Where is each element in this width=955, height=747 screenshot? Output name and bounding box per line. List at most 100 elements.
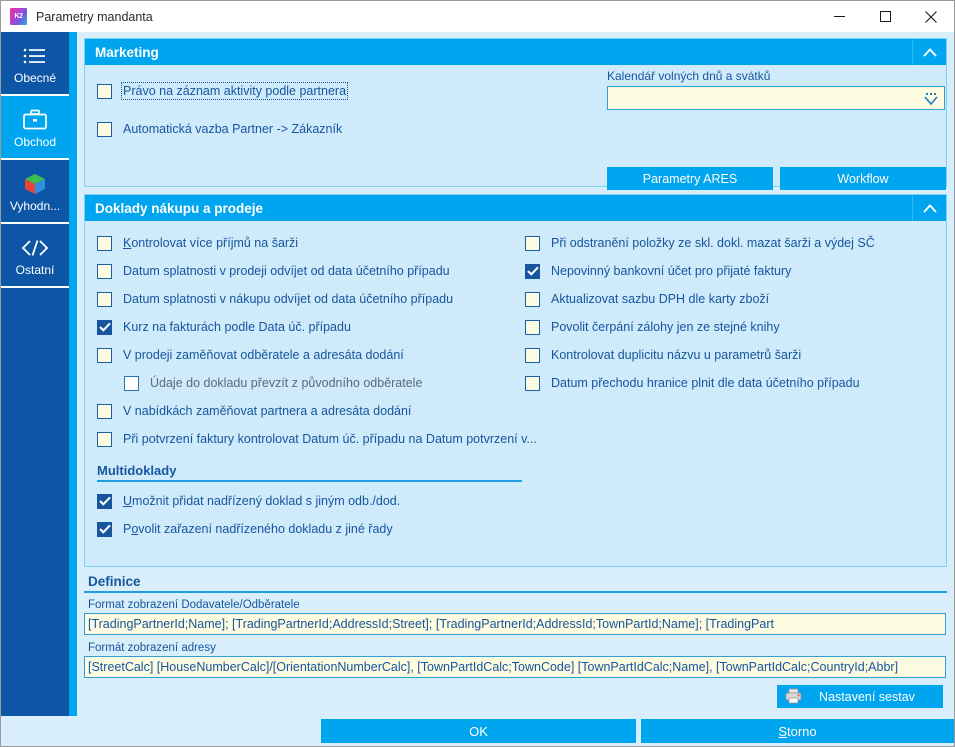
checkbox-povolit-zarazeni-nadrizeneho[interactable] bbox=[97, 521, 112, 537]
checkbox-label: Právo na záznam aktivity podle partnera bbox=[120, 82, 349, 100]
checkbox-row[interactable]: Povolit zařazení nadřízeného dokladu z j… bbox=[97, 515, 537, 543]
checkbox-label: Datum splatnosti v nákupu odvíjet od dat… bbox=[123, 292, 454, 306]
documents-panel-header[interactable]: Doklady nákupu a prodeje bbox=[85, 195, 946, 221]
checkbox-row[interactable]: Údaje do dokladu převzít z původního odb… bbox=[124, 369, 537, 397]
checkbox-povolit-cerpani-zalohy[interactable] bbox=[525, 319, 540, 335]
sidebar-filler bbox=[1, 288, 69, 746]
window-body: Obecné Obchod Vyhodn... Ostatní Marketin… bbox=[1, 32, 954, 746]
checkbox-v-nabidkach-zamenovat[interactable] bbox=[97, 403, 112, 419]
checkbox-label: Aktualizovat sazbu DPH dle karty zboží bbox=[551, 292, 770, 306]
marketing-panel-header[interactable]: Marketing bbox=[85, 39, 946, 65]
checkbox-label: Kontrolovat více příjmů na šarži bbox=[123, 236, 299, 250]
cube-icon bbox=[23, 171, 47, 197]
checkbox-pri-odstraneni-polozky[interactable] bbox=[525, 235, 540, 251]
ok-button[interactable]: OK bbox=[321, 719, 636, 743]
checkbox-pri-potvrzeni-faktury[interactable] bbox=[97, 431, 112, 447]
sidebar-item-obecne[interactable]: Obecné bbox=[1, 32, 69, 96]
checkbox-datum-prechodu-hranice[interactable] bbox=[525, 375, 540, 391]
definitions-title: Definice bbox=[88, 574, 141, 589]
checkbox-row[interactable]: Automatická vazba Partner -> Zákazník bbox=[97, 115, 346, 143]
checkbox-kurz-na-fakturach[interactable] bbox=[97, 319, 112, 335]
workflow-button[interactable]: Workflow bbox=[780, 167, 946, 190]
checkbox-datum-splatnosti-prodej[interactable] bbox=[97, 263, 112, 279]
sidebar-item-label: Vyhodn... bbox=[9, 198, 61, 213]
calendar-field-group: Kalendář volných dnů a svátků bbox=[607, 69, 945, 110]
checkbox-label: Povolit čerpání zálohy jen ze stejné kni… bbox=[551, 320, 780, 334]
checkbox-pravo-na-zaznam[interactable] bbox=[97, 83, 112, 99]
checkbox-row[interactable]: V nabídkách zaměňovat partnera a adresát… bbox=[97, 397, 537, 425]
checkbox-label: V prodeji zaměňovat odběratele a adresát… bbox=[123, 348, 404, 362]
marketing-panel: Marketing Právo na záznam aktivity podle… bbox=[84, 38, 947, 190]
checkbox-label: Datum splatnosti v prodeji odvíjet od da… bbox=[123, 264, 450, 278]
supplier-format-label: Format zobrazení Dodavatele/Odběratele bbox=[88, 599, 300, 611]
k2-logo-icon: K2 bbox=[10, 8, 27, 25]
briefcase-icon bbox=[22, 107, 48, 133]
settings-row: Nastavení sestav bbox=[84, 685, 947, 708]
close-icon[interactable] bbox=[908, 1, 954, 32]
multidoklady-divider bbox=[97, 480, 522, 482]
calendar-field-label: Kalendář volných dnů a svátků bbox=[607, 69, 771, 83]
checkbox-row[interactable]: Při potvrzení faktury kontrolovat Datum … bbox=[97, 425, 537, 453]
checkbox-row[interactable]: Datum splatnosti v prodeji odvíjet od da… bbox=[97, 257, 537, 285]
checkbox-label: Kontrolovat duplicitu názvu u parametrů … bbox=[551, 348, 802, 362]
checkbox-v-prodeji-zamenovat[interactable] bbox=[97, 347, 112, 363]
checkbox-row[interactable]: Právo na záznam aktivity podle partnera bbox=[97, 77, 349, 105]
settings-button-label: Nastavení sestav bbox=[819, 689, 915, 704]
checkbox-kontrolovat-vice-prijmu[interactable] bbox=[97, 235, 112, 251]
checkbox-automaticka-vazba[interactable] bbox=[97, 121, 112, 137]
checkbox-row[interactable]: Kurz na fakturách podle Data úč. případu bbox=[97, 313, 537, 341]
documents-right-column: Při odstranění položky ze skl. dokl. maz… bbox=[525, 229, 954, 397]
chevron-up-icon[interactable] bbox=[912, 195, 946, 221]
checkbox-row[interactable]: Aktualizovat sazbu DPH dle karty zboží bbox=[525, 285, 954, 313]
checkbox-row[interactable]: Datum přechodu hranice plnit dle data úč… bbox=[525, 369, 954, 397]
checkbox-umoznit-pridat-nadrizeny[interactable] bbox=[97, 493, 112, 509]
footer-bar: OK Storno bbox=[1, 716, 954, 746]
checkbox-label: Povolit zařazení nadřízeného dokladu z j… bbox=[123, 522, 393, 536]
minimize-icon[interactable] bbox=[816, 1, 862, 32]
supplier-format-input[interactable]: [TradingPartnerId;Name]; [TradingPartner… bbox=[84, 613, 946, 635]
checkbox-row[interactable]: Povolit čerpání zálohy jen ze stejné kni… bbox=[525, 313, 954, 341]
nastaveni-sestav-button[interactable]: Nastavení sestav bbox=[777, 685, 943, 708]
documents-body: Kontrolovat více příjmů na šarži Datum s… bbox=[85, 221, 946, 566]
checkbox-row[interactable]: Kontrolovat duplicitu názvu u parametrů … bbox=[525, 341, 954, 369]
window-controls bbox=[816, 1, 954, 32]
sidebar-item-ostatni[interactable]: Ostatní bbox=[1, 224, 69, 288]
checkbox-kontrolovat-duplicitu-nazvu[interactable] bbox=[525, 347, 540, 363]
sidebar-accent-strip bbox=[69, 32, 77, 746]
checkbox-label: Při potvrzení faktury kontrolovat Datum … bbox=[123, 432, 537, 446]
sidebar-item-label: Ostatní bbox=[15, 262, 55, 277]
checkbox-label: Nepovinný bankovní účet pro přijaté fakt… bbox=[551, 264, 792, 278]
checkbox-row[interactable]: V prodeji zaměňovat odběratele a adresát… bbox=[97, 341, 537, 369]
marketing-buttons: Parametry ARES Workflow bbox=[607, 167, 946, 190]
definitions-header: Definice bbox=[84, 574, 947, 593]
documents-panel: Doklady nákupu a prodeje Kontrolovat víc… bbox=[84, 194, 947, 567]
list-icon bbox=[23, 43, 47, 69]
checkbox-row[interactable]: Datum splatnosti v nákupu odvíjet od dat… bbox=[97, 285, 537, 313]
printer-icon bbox=[785, 688, 802, 704]
multidoklady-title: Multidoklady bbox=[97, 463, 177, 478]
checkbox-label: Automatická vazba Partner -> Zákazník bbox=[123, 122, 343, 136]
sidebar: Obecné Obchod Vyhodn... Ostatní bbox=[1, 32, 69, 746]
checkbox-aktualizovat-sazbu-dph[interactable] bbox=[525, 291, 540, 307]
calendar-dropdown-input[interactable] bbox=[607, 86, 945, 110]
address-format-input[interactable]: [StreetCalc] [HouseNumberCalc]/[Orientat… bbox=[84, 656, 946, 678]
checkbox-row[interactable]: Umožnit přidat nadřízený doklad s jiným … bbox=[97, 487, 537, 515]
checkbox-row[interactable]: Nepovinný bankovní účet pro přijaté fakt… bbox=[525, 257, 954, 285]
sidebar-item-obchod[interactable]: Obchod bbox=[1, 96, 69, 160]
checkbox-nepovinny-bankovni-ucet[interactable] bbox=[525, 263, 540, 279]
chevron-up-icon[interactable] bbox=[912, 39, 946, 65]
sidebar-item-label: Obecné bbox=[13, 70, 57, 85]
checkbox-label: Při odstranění položky ze skl. dokl. maz… bbox=[551, 236, 875, 250]
content-area: Marketing Právo na záznam aktivity podle… bbox=[77, 32, 954, 746]
sidebar-item-vyhodnoceni[interactable]: Vyhodn... bbox=[1, 160, 69, 224]
maximize-icon[interactable] bbox=[862, 1, 908, 32]
checkbox-udaje-do-dokladu[interactable] bbox=[124, 375, 139, 391]
parametry-ares-button[interactable]: Parametry ARES bbox=[607, 167, 773, 190]
checkbox-row[interactable]: Při odstranění položky ze skl. dokl. maz… bbox=[525, 229, 954, 257]
definitions-panel: Definice Format zobrazení Dodavatele/Odb… bbox=[84, 574, 947, 708]
storno-button[interactable]: Storno bbox=[641, 719, 954, 743]
checkbox-row[interactable]: Kontrolovat více příjmů na šarži bbox=[97, 229, 537, 257]
marketing-title: Marketing bbox=[95, 44, 159, 60]
checkbox-datum-splatnosti-nakup[interactable] bbox=[97, 291, 112, 307]
dropdown-picker-icon[interactable] bbox=[922, 90, 940, 108]
